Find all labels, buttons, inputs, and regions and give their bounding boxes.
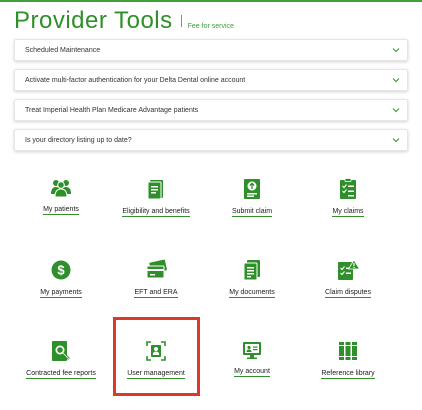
library-icon xyxy=(339,342,357,360)
account-icon xyxy=(243,342,261,359)
tile-my-documents[interactable]: My documents xyxy=(207,259,297,319)
claim-disputes-icon xyxy=(338,259,360,280)
accordion-label: Activate multi-factor authentication for… xyxy=(25,76,246,84)
title-divider xyxy=(180,15,182,27)
accordion-directory-listing[interactable]: Is your directory listing up to date? xyxy=(14,129,408,151)
tile-eligibility-benefits[interactable]: Eligibility and benefits xyxy=(111,178,201,238)
submit-claim-icon xyxy=(244,179,260,199)
tile-label: My claims xyxy=(332,208,364,217)
chevron-down-icon xyxy=(392,78,400,83)
tile-label: EFT and ERA xyxy=(134,289,178,298)
tile-label: My documents xyxy=(229,289,275,298)
tile-claim-disputes[interactable]: Claim disputes xyxy=(303,259,393,319)
tile-contracted-fee-reports[interactable]: Contracted fee reports xyxy=(16,340,106,400)
page-subtitle: Fee for service xyxy=(187,23,234,30)
documents-icon xyxy=(243,260,260,281)
accordion-label: Is your directory listing up to date? xyxy=(25,136,132,144)
page-header: Provider Tools Fee for service xyxy=(14,7,234,37)
fee-report-icon xyxy=(52,341,70,361)
svg-text:$: $ xyxy=(57,263,65,278)
accordion-label: Treat Imperial Health Plan Medicare Adva… xyxy=(25,106,199,114)
tile-reference-library[interactable]: Reference library xyxy=(303,340,393,400)
tile-my-patients[interactable]: My patients xyxy=(16,178,106,238)
accordion-scheduled-maintenance[interactable]: Scheduled Maintenance xyxy=(14,39,408,61)
tile-label: Claim disputes xyxy=(325,289,371,298)
accordion-imperial-health[interactable]: Treat Imperial Health Plan Medicare Adva… xyxy=(14,99,408,121)
accordion-mfa[interactable]: Activate multi-factor authentication for… xyxy=(14,69,408,91)
tile-label: My payments xyxy=(40,289,82,298)
tile-my-claims[interactable]: My claims xyxy=(303,178,393,238)
tile-submit-claim[interactable]: Submit claim xyxy=(207,178,297,238)
tile-label: Reference library xyxy=(321,370,375,379)
tile-label: My account xyxy=(234,368,270,377)
patients-icon xyxy=(51,180,71,198)
tile-label: Contracted fee reports xyxy=(26,370,96,379)
dollar-icon: $ xyxy=(51,260,71,280)
tile-eft-era[interactable]: EFT and ERA xyxy=(111,259,201,319)
tile-my-account[interactable]: My account xyxy=(207,340,297,400)
eligibility-icon xyxy=(147,180,163,200)
highlight-box xyxy=(113,317,200,396)
page-title: Provider Tools xyxy=(14,7,173,34)
chevron-down-icon xyxy=(392,48,400,53)
tile-label: Eligibility and benefits xyxy=(122,208,190,217)
claims-checklist-icon xyxy=(340,178,356,199)
cards-icon xyxy=(146,259,167,279)
tile-my-payments[interactable]: $ My payments xyxy=(16,259,106,319)
top-accent-line xyxy=(0,0,422,2)
tile-label: Submit claim xyxy=(231,208,273,217)
chevron-down-icon xyxy=(392,138,400,143)
chevron-down-icon xyxy=(392,108,400,113)
tile-label: My patients xyxy=(43,206,79,215)
accordion-label: Scheduled Maintenance xyxy=(25,46,101,54)
